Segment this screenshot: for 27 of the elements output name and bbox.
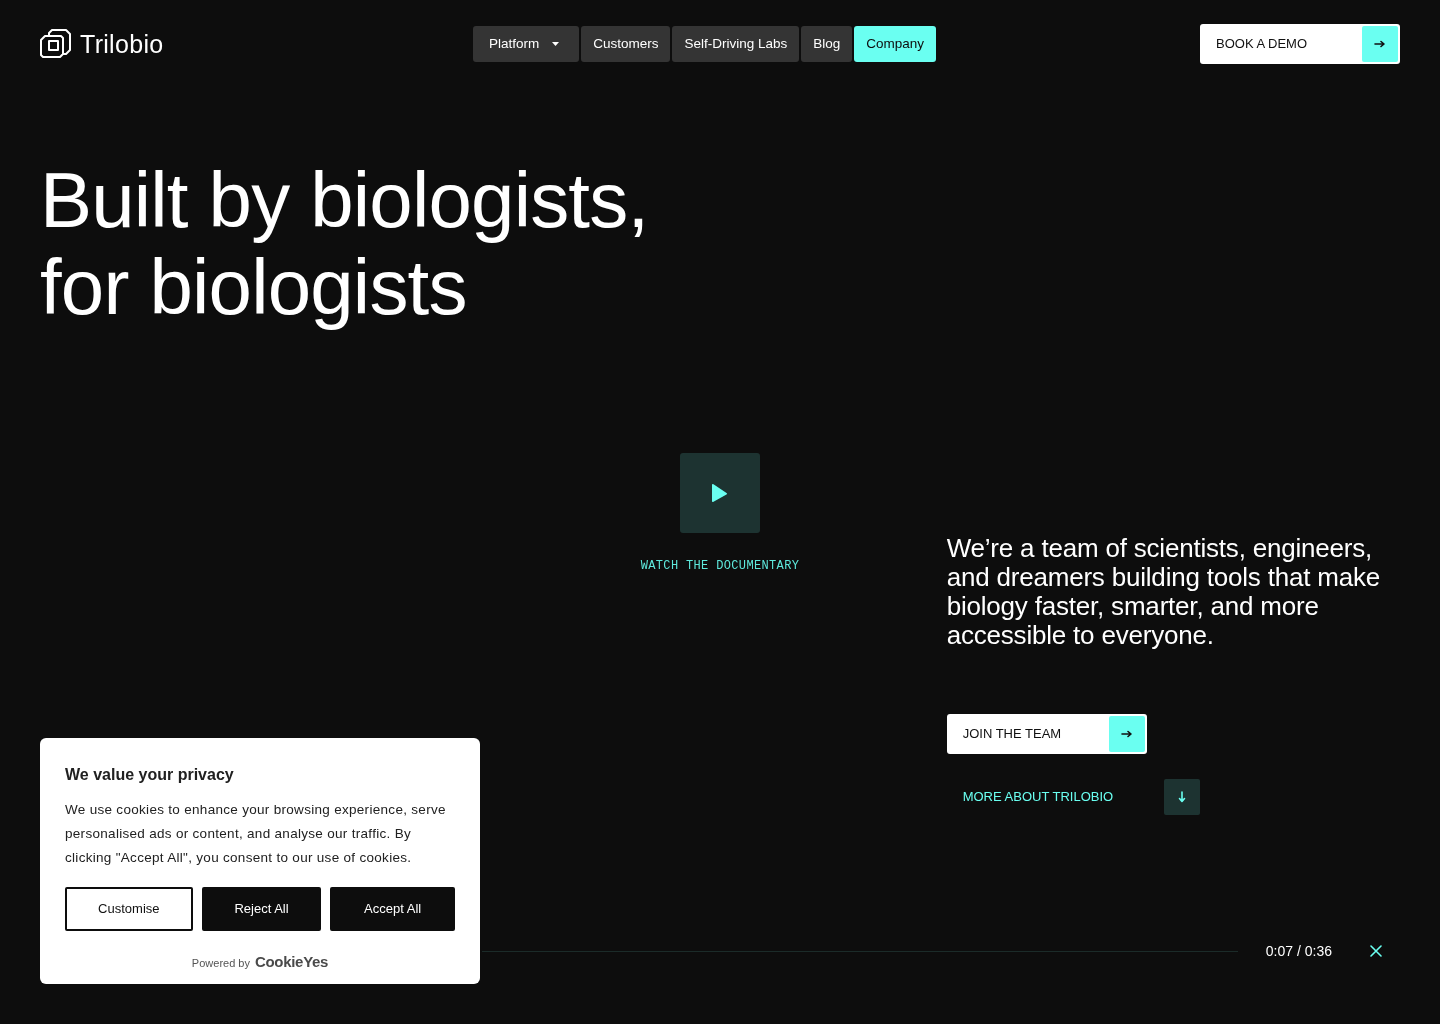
- provider-logo[interactable]: CookieYes: [254, 951, 329, 974]
- cookie-button[interactable]: Customise: [65, 887, 193, 931]
- nav-tab[interactable]: Blog: [801, 26, 853, 62]
- play-icon: [711, 483, 729, 503]
- intro-paragraph: We’re a team of scientists, engineers, and dreamers building tools that make biology faster, smarter, and more accessible to everyone.: [946, 534, 1382, 650]
- cookie-text: We use cookies to enhance your browsing experience, serve personalised ads or content, and analyse our traffic. By clicking "Accept All", you consent to our use of cookies.: [65, 801, 447, 867]
- book-demo-button[interactable]: BOOK A DEMO: [1200, 24, 1400, 64]
- more-about-link[interactable]: MORE ABOUT TRILOBIO: [946, 779, 1200, 815]
- cookie-button[interactable]: Reject All: [201, 887, 322, 931]
- nav-tab[interactable]: Customers: [581, 26, 671, 62]
- arrow-down-icon: [1163, 779, 1200, 815]
- brand-name[interactable]: Trilobio: [80, 29, 164, 59]
- nav-tab[interactable]: Self-Driving Labs: [672, 26, 800, 62]
- hero-heading: Built by biologists, for biologists: [40, 157, 650, 331]
- powered-by-text: Powered by: [191, 956, 250, 971]
- join-team-button[interactable]: JOIN THE TEAM: [946, 714, 1147, 754]
- close-icon[interactable]: [1370, 945, 1382, 957]
- nav-tab[interactable]: Platform: [472, 26, 580, 62]
- play-button[interactable]: [680, 453, 760, 533]
- cookie-button[interactable]: Accept All: [330, 887, 455, 931]
- arrow-right-icon: [1108, 716, 1145, 752]
- arrow-right-icon: [1362, 26, 1398, 62]
- nav-tab[interactable]: Company: [854, 26, 937, 62]
- video-time: 0:07 / 0:36: [1265, 941, 1332, 961]
- video-caption: WATCH THE DOCUMENTARY: [640, 558, 800, 575]
- cookie-title: We value your privacy: [65, 765, 234, 785]
- logo-icon[interactable]: [40, 28, 72, 60]
